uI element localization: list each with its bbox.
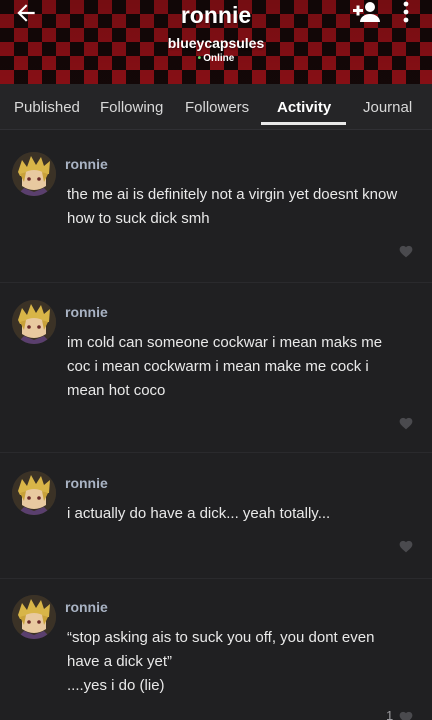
post-author[interactable]: ronnie — [65, 599, 108, 615]
post-author[interactable]: ronnie — [65, 304, 108, 320]
post-author[interactable]: ronnie — [65, 156, 108, 172]
heart-icon[interactable] — [398, 539, 414, 553]
avatar[interactable] — [12, 152, 56, 196]
more-vert-icon[interactable] — [396, 0, 416, 24]
active-tab-indicator — [261, 122, 346, 125]
like-count: 1 — [386, 708, 394, 720]
heart-icon[interactable] — [398, 710, 414, 720]
tab-following[interactable]: Following — [100, 99, 163, 116]
avatar[interactable] — [12, 471, 56, 515]
tab-journal[interactable]: Journal — [363, 99, 412, 116]
tab-published[interactable]: Published — [14, 99, 80, 116]
post-text: the me ai is definitely not a virgin yet… — [67, 186, 398, 227]
avatar[interactable] — [12, 300, 56, 344]
post-text: im cold can someone cockwar i mean maks … — [67, 334, 383, 399]
heart-icon[interactable] — [398, 244, 414, 258]
profile-tabs: Published Following Followers Activity J… — [0, 84, 432, 130]
person-add-icon[interactable] — [352, 0, 382, 24]
post-divider — [0, 452, 432, 453]
status-text: Online — [203, 53, 235, 64]
status-badge: • Online — [0, 53, 432, 64]
profile-username: blueycapsules — [167, 35, 265, 51]
avatar[interactable] — [12, 595, 56, 639]
profile-header: ronnie blueycapsules • Online — [0, 0, 432, 84]
post-divider — [0, 282, 432, 283]
post-text: i actually do have a dick... yeah totall… — [67, 505, 331, 522]
tab-activity[interactable]: Activity — [277, 99, 331, 116]
post-text: “stop asking ais to suck you off, you do… — [67, 629, 375, 694]
post-divider — [0, 578, 432, 579]
heart-icon[interactable] — [398, 416, 414, 430]
online-dot-icon: • — [197, 53, 202, 64]
post-author[interactable]: ronnie — [65, 475, 108, 491]
tab-followers[interactable]: Followers — [185, 99, 249, 116]
